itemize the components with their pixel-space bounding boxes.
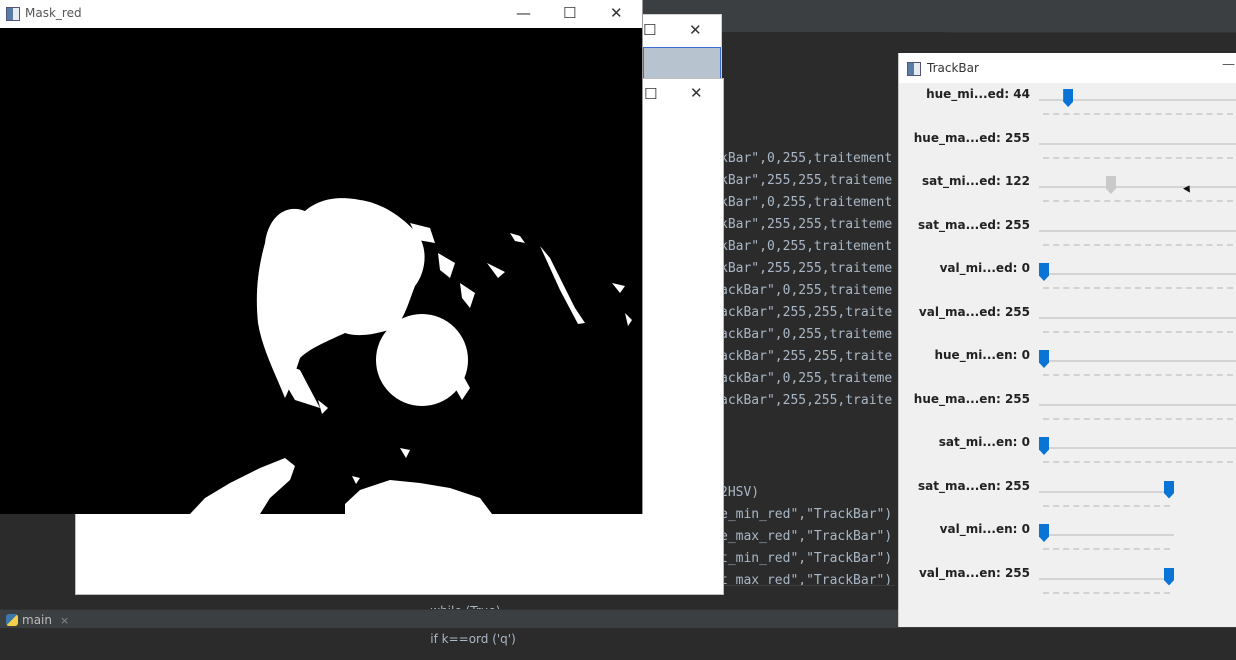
code-line[interactable]: kBar",0,255,traitement [720, 192, 892, 214]
code-line[interactable]: kBar",0,255,traitement [720, 236, 892, 258]
slider-track[interactable] [1039, 447, 1236, 449]
slider-track[interactable] [1039, 273, 1236, 275]
slider-track[interactable] [1039, 316, 1236, 319]
trackbar-label: val_mi...en: 0 [939, 522, 1030, 536]
slider-ticks [1043, 243, 1233, 248]
slider-ticks [1043, 156, 1233, 161]
trackbar-row: val_mi...ed: 0 [899, 261, 1236, 304]
trackbar-label: hue_mi...en: 0 [934, 348, 1030, 362]
maximize-icon[interactable]: ☐ [644, 85, 657, 103]
trackbar-row: val_mi...en: 0 [899, 522, 1236, 565]
slider-ticks [1043, 548, 1170, 552]
code-line[interactable]: ackBar",255,255,traite [720, 346, 892, 368]
code-line[interactable]: ackBar",0,255,traiteme [720, 280, 892, 302]
python-icon [6, 614, 18, 626]
slider-ticks [1043, 461, 1233, 465]
trackbar-label: sat_mi...ed: 122 [921, 174, 1030, 188]
close-icon[interactable]: ✕ [610, 4, 623, 22]
trackbar-label: val_mi...ed: 0 [939, 261, 1030, 275]
slider-thumb[interactable] [1164, 480, 1174, 499]
slider-thumb[interactable] [1039, 437, 1049, 455]
trackbar-row: hue_ma...en: 255 [899, 392, 1236, 435]
background-image-window[interactable]: ☐ ✕ [640, 14, 722, 80]
slider-ticks [1043, 504, 1170, 509]
code-line[interactable]: e_min_red","TrackBar") [720, 504, 892, 526]
code-line[interactable]: 2HSV) [720, 482, 759, 504]
close-icon[interactable]: ✕ [690, 84, 703, 102]
mask-image [0, 28, 642, 514]
trackbar-label: sat_mi...en: 0 [938, 435, 1030, 449]
breadcrumb-if[interactable]: if k==ord ('q') [430, 632, 516, 646]
trackbar-label: hue_mi...ed: 44 [926, 87, 1030, 101]
trackbar-row: hue_mi...en: 0 [899, 348, 1236, 391]
trackbar-label: hue_ma...ed: 255 [913, 130, 1030, 145]
slider-track[interactable] [1039, 577, 1174, 580]
app-icon [6, 7, 20, 21]
code-line[interactable]: t_min_red","TrackBar") [720, 548, 892, 570]
trackbar-row: sat_mi...ed: 122 [899, 174, 1236, 217]
slider-thumb[interactable] [1039, 263, 1049, 281]
slider-track[interactable] [1039, 403, 1236, 406]
code-line[interactable]: kBar",255,255,traiteme [720, 258, 892, 280]
trackbar-label: sat_ma...en: 255 [918, 478, 1030, 493]
slider-ticks [1043, 113, 1233, 117]
mask-red-window[interactable]: Mask_red — ☐ ✕ [0, 0, 643, 514]
run-tab-main[interactable]: main × [6, 613, 69, 627]
window-image-preview [643, 47, 721, 79]
slider-track[interactable] [1039, 490, 1174, 493]
run-tab-label: main [22, 613, 52, 627]
app-icon [907, 62, 921, 76]
slider-thumb[interactable] [1039, 524, 1049, 542]
slider-thumb[interactable] [1063, 89, 1074, 107]
trackbar-label: val_ma...ed: 255 [918, 304, 1030, 319]
trackbar-row: hue_ma...ed: 255 [899, 131, 1236, 174]
slider-ticks [1043, 287, 1233, 291]
trackbar-label: hue_ma...en: 255 [913, 391, 1030, 406]
trackbar-row: val_ma...ed: 255 [899, 305, 1236, 348]
slider-track[interactable] [1039, 186, 1236, 188]
minimize-icon[interactable]: — [516, 4, 531, 22]
slider-thumb[interactable] [1105, 176, 1116, 194]
code-line[interactable]: ackBar",0,255,traiteme [720, 324, 892, 346]
minimize-icon[interactable]: — [1222, 57, 1235, 72]
trackbar-row: val_ma...en: 255 [899, 566, 1236, 609]
trackbar-window[interactable]: TrackBar — hue_mi...ed: 44 hue_ma...ed: 2… [898, 53, 1236, 627]
slider-ticks [1043, 374, 1233, 378]
trackbar-row: sat_ma...ed: 255 [899, 218, 1236, 261]
close-icon[interactable]: × [60, 614, 69, 627]
slider-ticks [1043, 200, 1233, 204]
trackbar-label: sat_ma...ed: 255 [917, 217, 1030, 232]
window-title: TrackBar [927, 61, 979, 75]
trackbar-label: val_ma...en: 255 [918, 565, 1030, 580]
slider-track[interactable] [1039, 229, 1236, 232]
trackbar-row: sat_ma...en: 255 [899, 479, 1236, 522]
window-titlebar[interactable]: TrackBar — [899, 53, 1236, 83]
slider-thumb[interactable] [1164, 567, 1174, 586]
code-line[interactable]: ackBar",255,255,traite [720, 390, 892, 412]
code-line[interactable]: kBar",255,255,traiteme [720, 170, 892, 192]
slider-ticks [1043, 330, 1233, 335]
code-line[interactable]: kBar",255,255,traiteme [720, 214, 892, 236]
trackbar-row: hue_mi...ed: 44 [899, 87, 1236, 130]
slider-track[interactable] [1039, 142, 1236, 145]
close-icon[interactable]: ✕ [689, 21, 702, 39]
code-line[interactable]: e_max_red","TrackBar") [720, 526, 892, 548]
slider-thumb[interactable] [1039, 350, 1049, 368]
maximize-icon[interactable]: ☐ [563, 4, 576, 22]
code-line[interactable]: ackBar",255,255,traite [720, 302, 892, 324]
slider-ticks [1043, 591, 1170, 596]
window-title: Mask_red [25, 6, 82, 20]
window-titlebar[interactable]: Mask_red — ☐ ✕ [0, 0, 642, 28]
slider-track[interactable] [1039, 534, 1174, 536]
code-line[interactable]: kBar",0,255,traitement [720, 148, 892, 170]
slider-track[interactable] [1039, 360, 1236, 362]
maximize-icon[interactable]: ☐ [643, 21, 656, 39]
trackbar-row: sat_mi...en: 0 [899, 435, 1236, 478]
slider-ticks [1043, 417, 1233, 422]
code-line[interactable]: ackBar",0,255,traiteme [720, 368, 892, 390]
